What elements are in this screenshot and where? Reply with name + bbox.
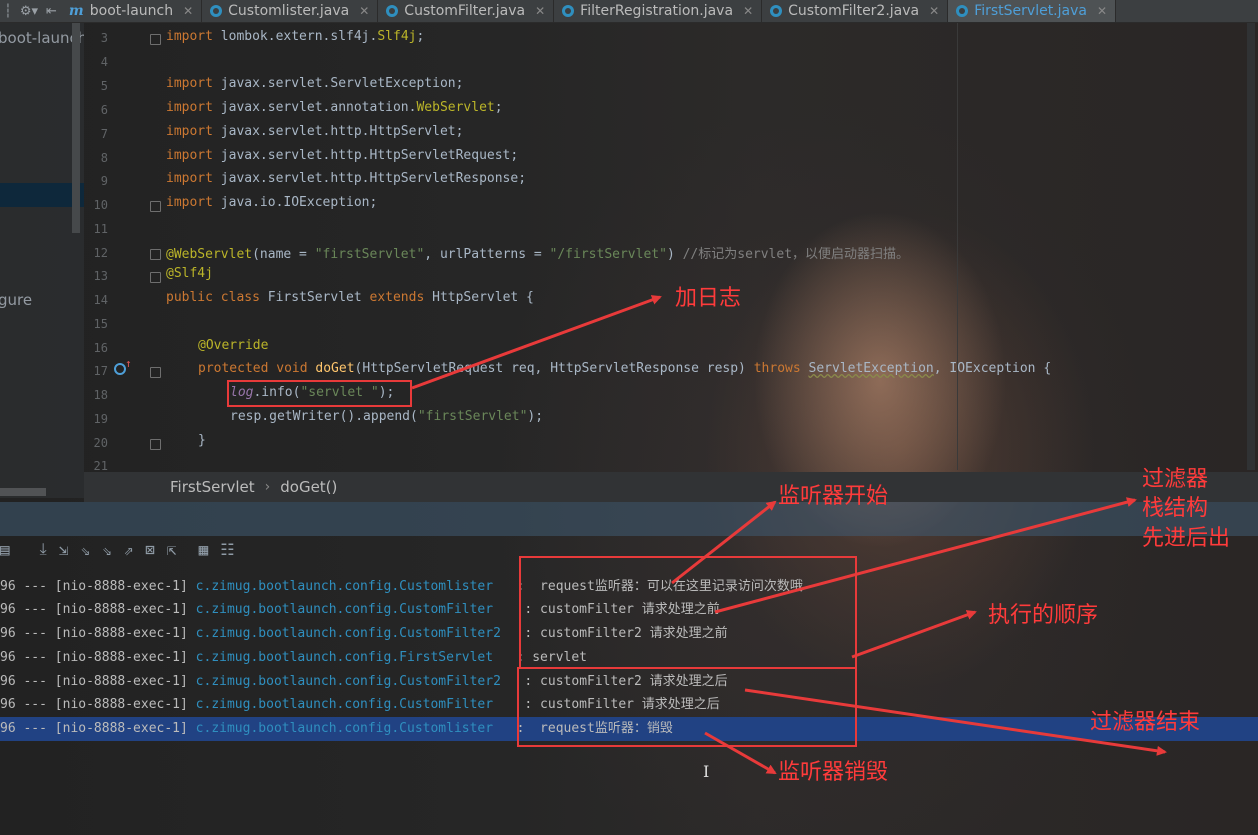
annotation-exec-order: 执行的顺序	[988, 603, 1099, 628]
annotation-filter-stack-2: 栈结构	[1142, 496, 1209, 521]
annotation-add-log: 加日志	[675, 286, 742, 311]
text-cursor-icon: I	[703, 762, 710, 781]
annotation-arrows	[411, 295, 1167, 775]
arrow-add-log	[411, 295, 662, 390]
arrow-listener-start	[671, 500, 777, 585]
arrow-filter-stack	[714, 497, 1137, 614]
arrow-exec-order	[851, 610, 977, 659]
annotation-filter-stack-3: 先进后出	[1142, 526, 1231, 551]
annotation-listener-start: 监听器开始	[778, 484, 889, 509]
annotation-listener-destroy: 监听器销毁	[778, 760, 889, 785]
annotation-filter-end: 过滤器结束	[1090, 710, 1201, 735]
arrow-listener-destroy	[704, 731, 777, 775]
annotation-filter-stack-1: 过滤器	[1142, 467, 1209, 492]
